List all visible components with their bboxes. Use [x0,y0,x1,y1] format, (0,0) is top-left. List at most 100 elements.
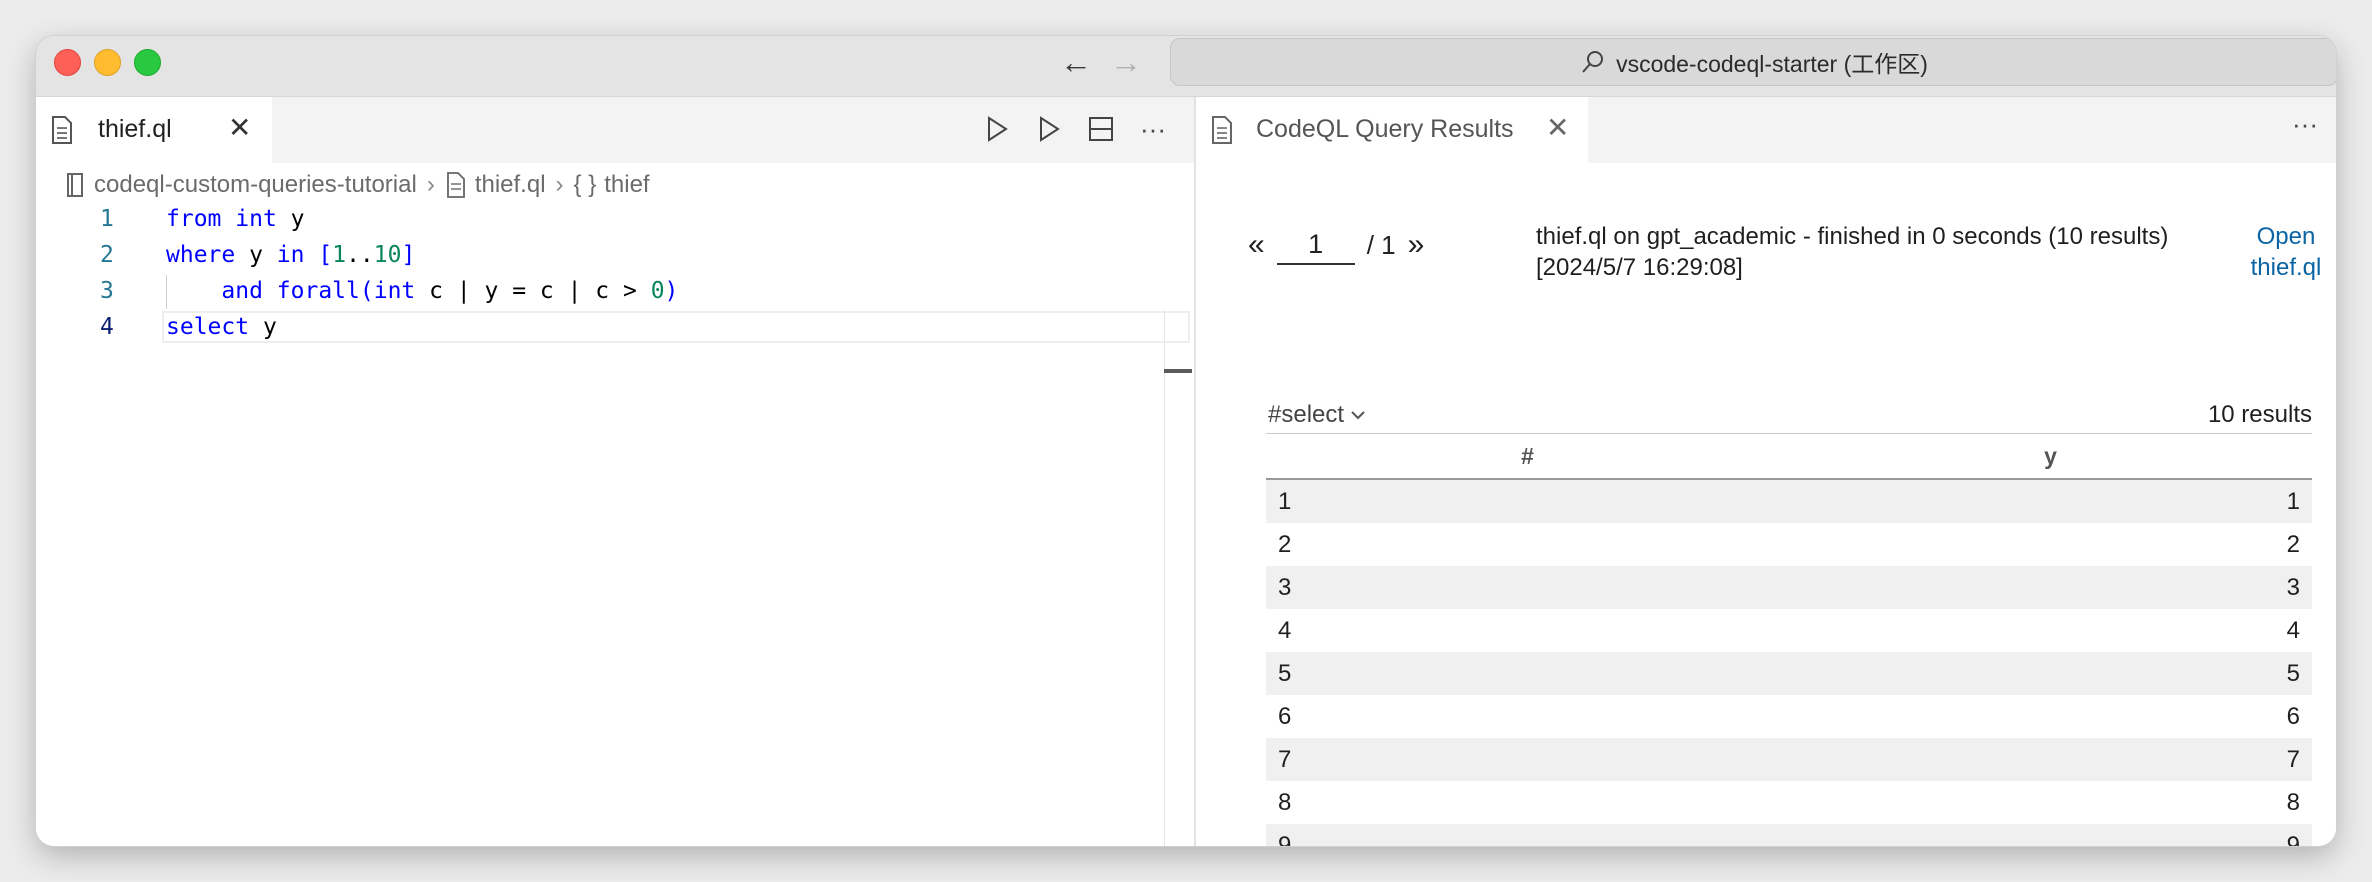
close-icon[interactable]: ✕ [1546,111,1569,144]
file-icon [1212,116,1232,144]
breadcrumb-symbol[interactable]: thief [604,171,649,199]
title-bar: ← → vscode-codeql-starter (工作区) [36,36,2336,97]
code-token: .. [346,242,374,268]
back-arrow-icon[interactable]: ← [1060,44,1092,80]
next-page-icon[interactable]: » [1408,228,1425,262]
editor-actions: ··· [982,109,1168,149]
row-index-cell: 7 [1266,738,1789,781]
row-value-cell[interactable]: 7 [1789,738,2312,781]
code-line[interactable]: 4 select y [36,309,1194,345]
minimize-window-button[interactable] [94,49,121,76]
code-token: y [249,314,277,340]
results-pane: CodeQL Query Results ✕ ··· « / 1 » thief… [1196,97,2336,846]
code-token: int [235,206,277,232]
code-area[interactable]: 1 from int y 2 where y in [1..10] 3 and fora… [36,201,1194,801]
split-editor-icon[interactable] [1086,109,1116,149]
result-set-select[interactable]: #select [1268,401,1366,429]
code-text: and forall(int c | y = c | c > 0) [166,273,678,309]
table-row: 77 [1266,738,2312,781]
run-dropdown-icon[interactable] [1034,109,1064,149]
results-table: # y 1122334455667788991010 [1266,433,2312,846]
table-row: 66 [1266,695,2312,738]
row-value-cell[interactable]: 2 [1789,523,2312,566]
row-value-cell[interactable]: 4 [1789,609,2312,652]
code-token: ) [664,278,679,304]
column-header-index[interactable]: # [1266,433,1789,480]
breadcrumb: codeql-custom-queries-tutorial › thief.q… [64,167,650,203]
tab-thief-ql[interactable]: thief.ql ✕ [36,97,272,163]
chevron-right-icon: › [555,171,564,198]
row-index-cell: 5 [1266,652,1789,695]
row-value-cell[interactable]: 6 [1789,695,2312,738]
more-actions-icon[interactable]: ··· [2292,109,2318,140]
code-token: c | y = c | c > [415,278,651,304]
editor-tab-bar: thief.ql ✕ ··· [36,97,1194,163]
table-row: 33 [1266,566,2312,609]
code-text: where y in [1..10] [166,237,415,273]
row-index-cell: 4 [1266,609,1789,652]
code-token: select [166,314,250,340]
breadcrumb-folder[interactable]: codeql-custom-queries-tutorial [94,171,417,199]
vertical-scrollbar[interactable] [1164,309,1165,846]
code-line[interactable]: 2 where y in [1..10] [36,237,1194,273]
column-header-y[interactable]: y [1789,433,2312,480]
chevron-down-icon [1351,411,1365,420]
previous-page-icon[interactable]: « [1248,228,1265,262]
forward-arrow-icon[interactable]: → [1110,44,1142,80]
table-header-row: # y [1266,433,2312,480]
row-index-cell: 8 [1266,781,1789,824]
code-line[interactable]: 3 and forall(int c | y = c | c > 0) [36,273,1194,309]
table-row: 44 [1266,609,2312,652]
table-row: 99 [1266,824,2312,846]
code-line[interactable]: 1 from int y [36,201,1194,237]
open-query-link[interactable]: Open thief.ql [2236,221,2336,283]
page-number-input[interactable] [1276,225,1355,265]
code-token: 10 [373,242,402,268]
file-icon [52,116,72,144]
row-value-cell[interactable]: 9 [1789,824,2312,846]
code-token: from [166,206,222,232]
table-row: 11 [1266,479,2312,523]
maximize-window-button[interactable] [134,49,161,76]
tab-label: thief.ql [98,115,172,143]
table-row: 88 [1266,781,2312,824]
row-value-cell[interactable]: 1 [1789,479,2312,523]
run-query-icon[interactable] [982,109,1012,149]
row-index-cell: 9 [1266,824,1789,846]
close-window-button[interactable] [54,49,81,76]
code-token: int [373,278,416,304]
breadcrumb-file[interactable]: thief.ql [475,171,546,199]
table-row: 22 [1266,523,2312,566]
row-index-cell: 3 [1266,566,1789,609]
row-value-cell[interactable]: 5 [1789,652,2312,695]
result-count: 10 results [2207,401,2312,428]
code-text: select y [166,309,277,345]
code-token: y [276,206,305,232]
chevron-right-icon: › [426,171,435,198]
line-number: 2 [100,242,114,268]
table-row: 55 [1266,652,2312,695]
row-index-cell: 1 [1266,479,1789,523]
tab-label: CodeQL Query Results [1256,115,1514,143]
code-token: y [235,242,277,268]
overview-ruler-mark [1164,369,1192,373]
command-center-search[interactable]: vscode-codeql-starter (工作区) [1170,38,2336,86]
row-value-cell[interactable]: 8 [1789,781,2312,824]
more-actions-icon[interactable]: ··· [1138,109,1168,149]
line-number: 1 [100,206,114,232]
close-icon[interactable]: ✕ [228,111,251,144]
row-value-cell[interactable]: 3 [1789,566,2312,609]
query-info: thief.ql on gpt_academic - finished in 0… [1536,223,2169,281]
result-set-label: #select [1268,401,1345,428]
line-number: 4 [100,314,114,340]
tab-codeql-query-results[interactable]: CodeQL Query Results ✕ [1196,97,1588,163]
pagination: « / 1 » [1248,225,1424,265]
file-icon [446,172,465,198]
code-text: from int y [166,201,305,237]
results-tab-bar: CodeQL Query Results ✕ ··· [1196,97,2336,163]
code-token: [ [318,242,333,268]
folder-book-icon [67,173,83,197]
